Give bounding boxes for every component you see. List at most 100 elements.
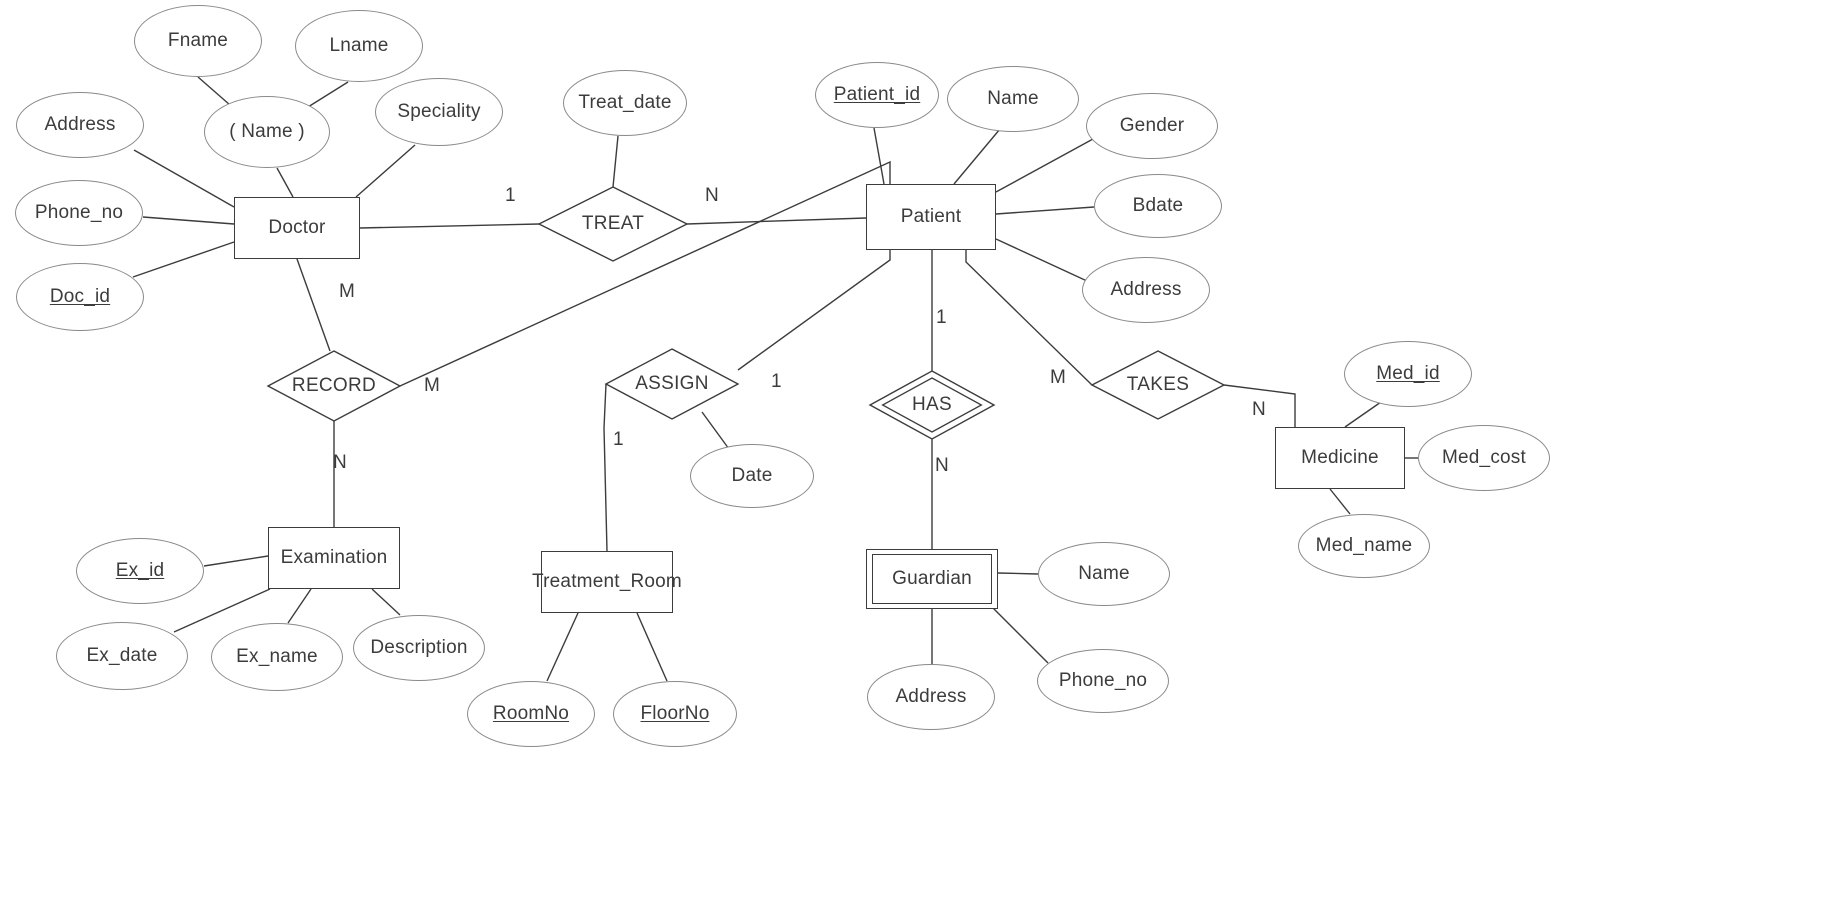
weak-entity-inner-border: Guardian (872, 554, 992, 604)
attribute-ex_description[interactable]: Description (353, 615, 485, 681)
attribute-pat_bdate[interactable]: Bdate (1094, 174, 1222, 238)
attribute-guard_name[interactable]: Name (1038, 542, 1170, 606)
attribute-label: Name (987, 88, 1039, 110)
attribute-assign_date[interactable]: Date (690, 444, 814, 508)
entity-label: Doctor (268, 217, 326, 239)
relationship-record[interactable]: RECORD (266, 350, 402, 422)
attribute-label: Phone_no (34, 202, 124, 224)
connector-line (133, 149, 235, 208)
attribute-doc_id[interactable]: Doc_id (16, 263, 144, 331)
cardinality-card-record-patient: M (424, 375, 440, 396)
connector-line (995, 206, 1095, 215)
entity-doctor[interactable]: Doctor (234, 197, 360, 259)
connector-line (546, 612, 579, 682)
attribute-guard_phone[interactable]: Phone_no (1037, 649, 1169, 713)
attribute-label: Phone_no (1058, 670, 1148, 692)
entity-label: Examination (280, 547, 388, 569)
attribute-label: Date (731, 465, 773, 487)
attribute-ex_name[interactable]: Ex_name (211, 623, 343, 691)
attribute-ex_id[interactable]: Ex_id (76, 538, 204, 604)
connector-line (371, 588, 401, 616)
relationship-takes[interactable]: TAKES (1090, 350, 1226, 420)
attribute-floor_no[interactable]: FloorNo (613, 681, 737, 747)
er-diagram-canvas: Fname Lname ( Name ) Speciality Address Phone… (0, 0, 1839, 900)
attribute-label: Bdate (1132, 195, 1184, 217)
attribute-doc_address[interactable]: Address (16, 92, 144, 158)
connector-line (737, 250, 891, 371)
attribute-med_name[interactable]: Med_name (1298, 514, 1430, 578)
entity-examination[interactable]: Examination (268, 527, 400, 589)
relationship-treat[interactable]: TREAT (537, 186, 689, 262)
attribute-label: Ex_name (236, 646, 318, 668)
connector-line (965, 250, 1093, 386)
entity-label: Guardian (892, 568, 972, 590)
attribute-med_id[interactable]: Med_id (1344, 341, 1472, 407)
connector-line (989, 604, 1049, 664)
connector-line (276, 167, 294, 198)
attribute-guard_address[interactable]: Address (867, 664, 995, 730)
attribute-label: Address (44, 114, 116, 136)
attribute-doc_speciality[interactable]: Speciality (375, 78, 503, 146)
connector-line (686, 217, 867, 225)
attribute-med_cost[interactable]: Med_cost (1418, 425, 1550, 491)
attribute-label: Speciality (397, 101, 481, 123)
cardinality-card-treat-doctor: 1 (505, 185, 516, 206)
attribute-pat_gender[interactable]: Gender (1086, 93, 1218, 159)
connector-line (142, 216, 235, 225)
attribute-label: Address (1110, 279, 1182, 301)
attribute-pat_address[interactable]: Address (1082, 257, 1210, 323)
connector-line (132, 241, 235, 278)
attribute-doc_name[interactable]: ( Name ) (204, 96, 330, 168)
diamond-outline (266, 350, 402, 422)
entity-medicine[interactable]: Medicine (1275, 427, 1405, 489)
entity-patient[interactable]: Patient (866, 184, 996, 250)
attribute-doc_fname[interactable]: Fname (134, 5, 262, 77)
attribute-treat_date[interactable]: Treat_date (563, 70, 687, 136)
connector-line (359, 223, 540, 229)
cardinality-card-treat-patient: N (705, 185, 719, 206)
attribute-pat_id[interactable]: Patient_id (815, 62, 939, 128)
attribute-room_no[interactable]: RoomNo (467, 681, 595, 747)
attribute-label: Patient_id (833, 84, 921, 106)
connector-line (203, 555, 269, 567)
relationship-assign[interactable]: ASSIGN (604, 348, 740, 420)
entity-label: Medicine (1301, 447, 1379, 469)
attribute-label: Med_id (1376, 363, 1440, 385)
relationship-has[interactable]: HAS (868, 370, 996, 440)
cardinality-card-record-doctor: M (339, 281, 355, 302)
attribute-label: Fname (167, 30, 229, 52)
cardinality-card-takes-patient: M (1050, 367, 1066, 388)
attribute-label: FloorNo (640, 703, 710, 725)
connector-line (995, 238, 1088, 282)
cardinality-card-assign-patient: 1 (771, 371, 782, 392)
attribute-label: Gender (1119, 115, 1185, 137)
attribute-label: Ex_date (86, 645, 158, 667)
attribute-ex_date[interactable]: Ex_date (56, 622, 188, 690)
cardinality-card-assign-room: 1 (613, 429, 624, 450)
attribute-label: Doc_id (49, 286, 111, 308)
attribute-label: Description (370, 637, 468, 659)
attribute-label: Med_cost (1442, 447, 1526, 469)
attribute-pat_name[interactable]: Name (947, 66, 1079, 132)
connector-line (873, 127, 885, 185)
attribute-label: ( Name ) (229, 121, 305, 143)
attribute-label: Treat_date (578, 92, 672, 114)
connector-line (953, 128, 1001, 185)
diamond-outline (604, 348, 740, 420)
entity-treatment_room[interactable]: Treatment_Room (532, 551, 682, 613)
cardinality-card-takes-medicine: N (1252, 399, 1266, 420)
entity-guardian[interactable]: Guardian (866, 549, 998, 609)
attribute-doc_phone[interactable]: Phone_no (15, 180, 143, 246)
connector-line (636, 612, 668, 682)
attribute-doc_lname[interactable]: Lname (295, 10, 423, 82)
attribute-label: Lname (329, 35, 389, 57)
connector-line (355, 144, 416, 198)
cardinality-card-record-exam: N (333, 452, 347, 473)
connector-line (287, 588, 312, 624)
attribute-label: Address (895, 686, 967, 708)
connector-line (997, 572, 1039, 575)
cardinality-card-has-patient: 1 (936, 307, 947, 328)
attribute-label: Med_name (1315, 535, 1413, 557)
diamond-outline (1090, 350, 1226, 420)
connector-line (995, 138, 1094, 193)
